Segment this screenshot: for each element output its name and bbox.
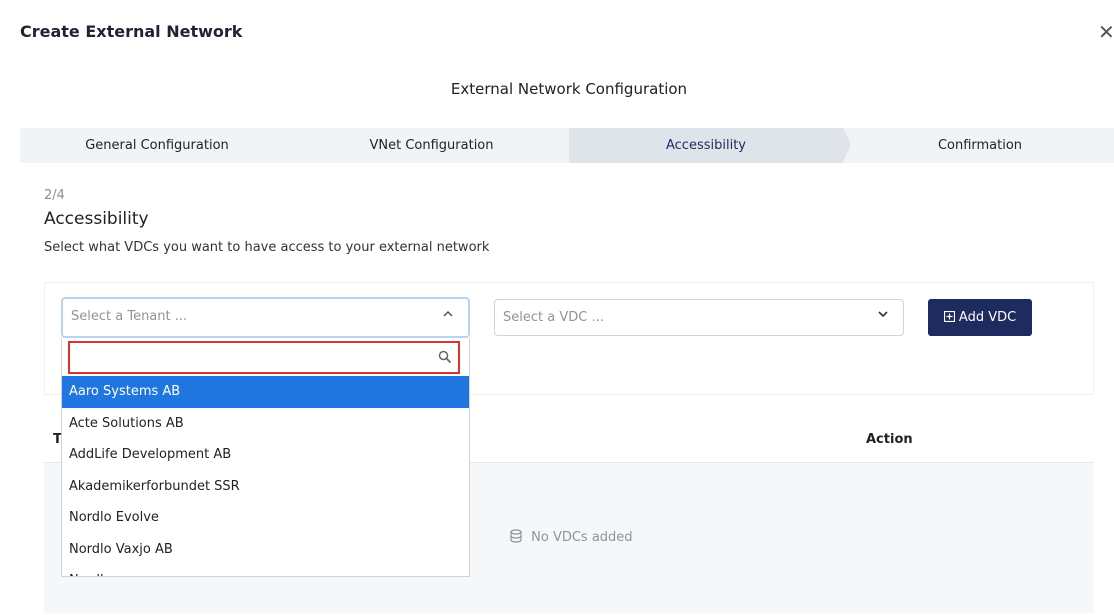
step-count: 2/4: [44, 188, 65, 203]
tenant-option[interactable]: Nordlo ...: [62, 565, 469, 576]
tenant-option[interactable]: Nordlo Vaxjo AB: [62, 534, 469, 566]
tenant-select-placeholder: Select a Tenant ...: [71, 309, 188, 324]
plus-square-icon: [943, 310, 959, 325]
step-general-configuration[interactable]: General Configuration: [20, 128, 294, 163]
step-label: Accessibility: [666, 138, 746, 153]
chevron-up-icon[interactable]: [442, 308, 454, 324]
empty-message: No VDCs added: [509, 529, 633, 545]
tenant-dropdown: Aaro Systems AB Acte Solutions AB AddLif…: [61, 338, 470, 577]
step-label: General Configuration: [85, 138, 229, 153]
step-accessibility[interactable]: Accessibility: [569, 128, 843, 163]
tenant-option[interactable]: Aaro Systems AB: [62, 376, 469, 408]
add-vdc-label: Add VDC: [958, 310, 1017, 325]
chevron-down-icon[interactable]: [877, 308, 889, 324]
modal-title: Create External Network: [20, 22, 243, 41]
step-label: VNet Configuration: [369, 138, 494, 153]
table-header-action: Action: [866, 432, 913, 447]
wizard-steps: General Configuration VNet Configuration…: [20, 128, 1114, 163]
empty-message-text: No VDCs added: [531, 530, 633, 545]
tenant-option-list: Aaro Systems AB Acte Solutions AB AddLif…: [62, 376, 469, 576]
add-vdc-button[interactable]: Add VDC: [928, 299, 1032, 336]
tenant-option[interactable]: AddLife Development AB: [62, 439, 469, 471]
vdc-select[interactable]: Select a VDC ...: [494, 299, 904, 336]
tenant-select[interactable]: Select a Tenant ...: [61, 297, 470, 338]
step-vnet-configuration[interactable]: VNet Configuration: [294, 128, 569, 163]
section-title: External Network Configuration: [450, 80, 688, 98]
step-label: Confirmation: [937, 138, 1023, 153]
database-icon: [509, 529, 527, 545]
step-confirmation[interactable]: Confirmation: [843, 128, 1114, 163]
page-heading: Accessibility: [44, 209, 149, 229]
tenant-option[interactable]: Akademikerforbundet SSR: [62, 471, 469, 503]
tenant-option[interactable]: Nordlo Evolve: [62, 502, 469, 534]
close-icon[interactable]: ✕: [1098, 20, 1114, 44]
tenant-option[interactable]: Acte Solutions AB: [62, 408, 469, 440]
tenant-search[interactable]: [68, 341, 460, 374]
page-description: Select what VDCs you want to have access…: [44, 240, 490, 255]
vdc-select-placeholder: Select a VDC ...: [503, 310, 604, 325]
tenant-search-input[interactable]: [70, 343, 458, 372]
search-icon: [438, 349, 452, 364]
